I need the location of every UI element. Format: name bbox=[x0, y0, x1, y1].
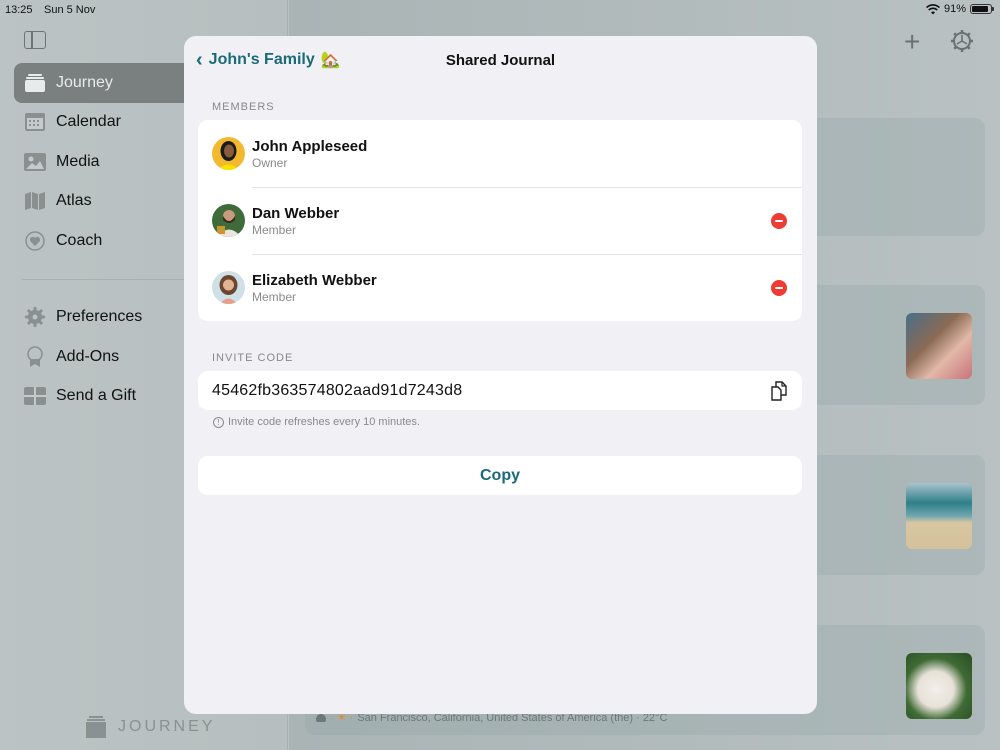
gift-icon bbox=[24, 386, 46, 406]
member-name: Dan Webber bbox=[252, 204, 340, 222]
invite-code-note: ! Invite code refreshes every 10 minutes… bbox=[213, 416, 420, 428]
info-icon: ! bbox=[213, 416, 224, 428]
members-list: John Appleseed Owner Dan Webber Member E… bbox=[198, 120, 802, 321]
calendar-icon bbox=[24, 112, 46, 132]
add-entry-button[interactable]: + bbox=[904, 28, 920, 56]
modal-header: ‹ John's Family 🏡 Shared Journal bbox=[184, 36, 817, 88]
sidebar-item-label: Calendar bbox=[56, 113, 121, 131]
member-role: Owner bbox=[252, 155, 288, 170]
copy-button[interactable]: Copy bbox=[198, 456, 802, 495]
avatar bbox=[212, 137, 245, 170]
cloud-icon bbox=[316, 713, 326, 722]
entry-photo-thumbnail[interactable] bbox=[906, 483, 972, 549]
entry-photo-thumbnail[interactable] bbox=[906, 653, 972, 719]
sidebar-item-label: Atlas bbox=[56, 192, 92, 210]
status-date: Sun 5 Nov bbox=[44, 4, 96, 16]
invite-code-section-label: INVITE CODE bbox=[212, 352, 294, 364]
entry-photo-thumbnail[interactable] bbox=[906, 313, 972, 379]
member-info: John Appleseed Owner bbox=[252, 138, 367, 170]
wifi-icon bbox=[926, 3, 940, 14]
sidebar-item-label: Send a Gift bbox=[56, 387, 137, 405]
heart-icon bbox=[24, 231, 46, 251]
status-time: 13:25 bbox=[5, 4, 33, 16]
avatar bbox=[212, 271, 245, 304]
journey-icon bbox=[24, 73, 46, 93]
avatar bbox=[212, 204, 245, 237]
sidebar-item-label: Journey bbox=[56, 73, 113, 91]
gear-icon bbox=[24, 307, 46, 328]
brand-name: JOURNEY bbox=[118, 718, 216, 735]
battery-percent: 91% bbox=[943, 3, 966, 15]
member-role: Member bbox=[252, 289, 297, 304]
invite-code-field[interactable]: 45462fb363574802aad91d7243d8 bbox=[198, 371, 802, 410]
member-role: Member bbox=[252, 222, 297, 237]
copy-doc-icon[interactable] bbox=[770, 381, 788, 401]
media-icon bbox=[24, 152, 46, 172]
map-icon bbox=[24, 191, 46, 211]
remove-member-button[interactable] bbox=[771, 280, 787, 296]
invite-note-text: Invite code refreshes every 10 minutes. bbox=[228, 416, 420, 428]
sidebar-item-label: Add-Ons bbox=[56, 347, 120, 365]
invite-code-value[interactable]: 45462fb363574802aad91d7243d8 bbox=[212, 382, 462, 400]
battery-icon bbox=[970, 4, 994, 14]
modal-title: Shared Journal bbox=[445, 52, 556, 69]
member-row[interactable]: Elizabeth Webber Member bbox=[198, 254, 802, 321]
award-icon bbox=[24, 346, 46, 367]
status-bar: 13:25 Sun 5 Nov 91% bbox=[0, 0, 1000, 20]
member-row[interactable]: John Appleseed Owner bbox=[198, 120, 802, 187]
sidebar-item-label: Coach bbox=[56, 231, 103, 249]
member-info: Dan Webber Member bbox=[252, 205, 339, 237]
member-info: Elizabeth Webber Member bbox=[252, 272, 377, 304]
brand-logo: JOURNEY bbox=[86, 716, 215, 738]
sidebar-toggle-icon[interactable] bbox=[24, 31, 46, 49]
sidebar-item-label: Preferences bbox=[56, 308, 143, 326]
shared-journal-modal: ‹ John's Family 🏡 Shared Journal MEMBERS… bbox=[184, 36, 817, 714]
members-section-label: MEMBERS bbox=[212, 101, 275, 113]
member-row[interactable]: Dan Webber Member bbox=[198, 187, 802, 254]
journey-logo-icon bbox=[86, 716, 106, 738]
sidebar-item-label: Media bbox=[56, 152, 100, 170]
settings-gear-icon[interactable] bbox=[950, 29, 974, 53]
member-name: Elizabeth Webber bbox=[252, 271, 377, 289]
remove-member-button[interactable] bbox=[771, 213, 787, 229]
member-name: John Appleseed bbox=[252, 137, 368, 155]
status-right: 91% bbox=[926, 3, 994, 15]
